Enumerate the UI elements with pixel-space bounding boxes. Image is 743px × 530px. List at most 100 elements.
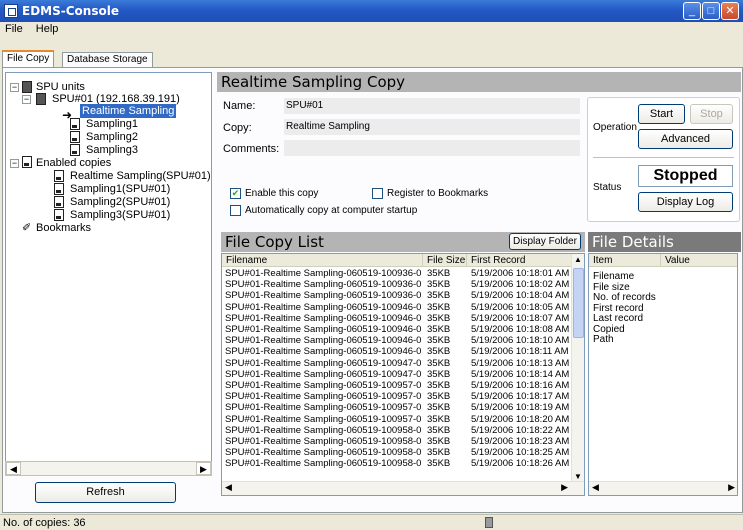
tree-sampling2[interactable]: Sampling2: [86, 130, 138, 144]
table-row[interactable]: SPU#01-Realtime Sampling-060519-100958-0…: [222, 436, 572, 447]
scroll-left-icon[interactable]: ◀: [592, 482, 599, 493]
tree-enabled-copies[interactable]: Enabled copies: [36, 156, 111, 170]
cell-file-size: 35KB: [427, 335, 451, 347]
details-item[interactable]: Filename: [593, 272, 634, 282]
table-row[interactable]: SPU#01-Realtime Sampling-060519-100946-0…: [222, 335, 572, 346]
table-row[interactable]: SPU#01-Realtime Sampling-060519-100958-0…: [222, 425, 572, 436]
scroll-right-icon[interactable]: ▶: [196, 462, 211, 475]
start-button[interactable]: Start: [638, 104, 685, 124]
advanced-button[interactable]: Advanced: [638, 129, 733, 149]
column-header-first-record[interactable]: First Record: [467, 254, 572, 267]
copy-field[interactable]: Realtime Sampling: [284, 119, 580, 135]
cell-file-size: 35KB: [427, 391, 451, 403]
scroll-right-icon[interactable]: ▶: [728, 482, 735, 493]
document-icon: [70, 131, 80, 143]
cell-filename: SPU#01-Realtime Sampling-060519-100957-0…: [225, 402, 422, 414]
table-row[interactable]: SPU#01-Realtime Sampling-060519-100957-0…: [222, 402, 572, 413]
cell-first-record: 5/19/2006 10:18:02 AM: [471, 279, 570, 291]
table-row[interactable]: SPU#01-Realtime Sampling-060519-100957-0…: [222, 414, 572, 425]
status-bar: No. of copies: 36: [0, 514, 743, 530]
tree-enabled-sampling3[interactable]: Sampling3(SPU#01): [70, 208, 170, 222]
table-row[interactable]: SPU#01-Realtime Sampling-060519-100946-0…: [222, 313, 572, 324]
cell-filename: SPU#01-Realtime Sampling-060519-100957-0…: [225, 380, 422, 391]
enable-copy-checkbox[interactable]: ✔: [230, 188, 241, 199]
table-row[interactable]: SPU#01-Realtime Sampling-060519-100936-0…: [222, 279, 572, 290]
server-icon: [22, 81, 32, 93]
table-row[interactable]: SPU#01-Realtime Sampling-060519-100946-0…: [222, 346, 572, 357]
details-header-value[interactable]: Value: [661, 254, 737, 267]
close-button[interactable]: ✕: [721, 2, 739, 20]
scroll-right-icon[interactable]: ▶: [561, 482, 568, 493]
scroll-thumb[interactable]: [573, 268, 584, 338]
table-row[interactable]: SPU#01-Realtime Sampling-060519-100947-0…: [222, 358, 572, 369]
scroll-left-icon[interactable]: ◀: [6, 462, 21, 475]
column-header-filename[interactable]: Filename: [222, 254, 423, 267]
details-horizontal-scrollbar[interactable]: ◀ ▶: [589, 481, 737, 495]
details-item[interactable]: Path: [593, 335, 614, 345]
details-item[interactable]: No. of records: [593, 293, 656, 303]
tree-enabled-sampling1[interactable]: Sampling1(SPU#01): [70, 182, 170, 196]
table-row[interactable]: SPU#01-Realtime Sampling-060519-100958-0…: [222, 447, 572, 458]
collapse-toggle[interactable]: −: [10, 83, 19, 92]
list-horizontal-scrollbar[interactable]: ◀ ▶: [222, 481, 584, 495]
status-label: Status: [593, 182, 622, 193]
details-item[interactable]: Copied: [593, 324, 625, 335]
menu-bar: File Help: [0, 22, 743, 38]
cell-first-record: 5/19/2006 10:18:23 AM: [471, 436, 570, 447]
unit-tree[interactable]: − SPU units − SPU#01 (192.168.39.191) ➜ …: [5, 72, 212, 476]
cell-filename: SPU#01-Realtime Sampling-060519-100947-0…: [225, 368, 422, 380]
menu-file[interactable]: File: [0, 22, 28, 36]
collapse-toggle[interactable]: −: [10, 159, 19, 168]
display-folder-button[interactable]: Display Folder: [509, 233, 581, 250]
details-item[interactable]: Last record: [593, 314, 643, 324]
file-copy-list[interactable]: Filename File Size First Record SPU#01-R…: [221, 253, 585, 496]
tree-horizontal-scrollbar[interactable]: ◀ ▶: [5, 461, 212, 476]
details-item[interactable]: First record: [593, 303, 644, 314]
cell-first-record: 5/19/2006 10:18:08 AM: [471, 324, 570, 335]
details-header-item[interactable]: Item: [589, 254, 661, 267]
tab-database-storage[interactable]: Database Storage: [62, 52, 153, 68]
minimize-button[interactable]: _: [683, 2, 701, 20]
table-row[interactable]: SPU#01-Realtime Sampling-060519-100936-0…: [222, 290, 572, 301]
comments-field[interactable]: [284, 140, 580, 156]
stop-button[interactable]: Stop: [690, 104, 733, 124]
display-log-button[interactable]: Display Log: [638, 192, 733, 212]
document-icon: [54, 196, 64, 208]
scroll-down-icon[interactable]: ▼: [574, 472, 582, 481]
tree-sampling1[interactable]: Sampling1: [86, 117, 138, 131]
register-bookmarks-checkbox[interactable]: [372, 188, 383, 199]
comments-label: Comments:: [223, 143, 280, 155]
tree-enabled-realtime[interactable]: Realtime Sampling(SPU#01): [70, 169, 211, 183]
table-row[interactable]: SPU#01-Realtime Sampling-060519-100957-0…: [222, 380, 572, 391]
cell-first-record: 5/19/2006 10:18:14 AM: [471, 368, 570, 380]
table-row[interactable]: SPU#01-Realtime Sampling-060519-100957-0…: [222, 391, 572, 402]
table-row[interactable]: SPU#01-Realtime Sampling-060519-100946-0…: [222, 302, 572, 313]
table-row[interactable]: SPU#01-Realtime Sampling-060519-100947-0…: [222, 369, 572, 380]
file-details-list[interactable]: Item Value Filename File size No. of recor…: [588, 253, 738, 496]
table-row[interactable]: SPU#01-Realtime Sampling-060519-100936-0…: [222, 268, 572, 279]
table-row[interactable]: SPU#01-Realtime Sampling-060519-100946-0…: [222, 324, 572, 335]
register-bookmarks-label: Register to Bookmarks: [387, 188, 489, 199]
column-header-file-size[interactable]: File Size: [423, 254, 467, 267]
operation-label: Operation: [593, 122, 637, 133]
cell-file-size: 35KB: [427, 290, 451, 302]
menu-help[interactable]: Help: [31, 22, 64, 36]
tree-realtime-sampling[interactable]: Realtime Sampling: [80, 104, 177, 118]
enable-copy-label: Enable this copy: [245, 188, 319, 199]
cell-file-size: 35KB: [427, 312, 451, 324]
tree-enabled-sampling2[interactable]: Sampling2(SPU#01): [70, 195, 170, 209]
table-row[interactable]: SPU#01-Realtime Sampling-060519-100958-0…: [222, 458, 572, 469]
refresh-button[interactable]: Refresh: [35, 482, 176, 503]
cell-file-size: 35KB: [427, 357, 451, 369]
scroll-up-icon[interactable]: ▲: [574, 255, 582, 264]
scroll-left-icon[interactable]: ◀: [225, 482, 232, 493]
tree-sampling3[interactable]: Sampling3: [86, 143, 138, 157]
auto-copy-checkbox[interactable]: [230, 205, 241, 216]
name-field[interactable]: SPU#01: [284, 98, 580, 114]
list-vertical-scrollbar[interactable]: ▲ ▼: [571, 254, 584, 482]
collapse-toggle[interactable]: −: [22, 95, 31, 104]
details-item[interactable]: File size: [593, 282, 630, 293]
cell-first-record: 5/19/2006 10:18:10 AM: [471, 335, 570, 347]
tree-bookmarks[interactable]: Bookmarks: [36, 221, 91, 235]
maximize-button[interactable]: □: [702, 2, 720, 20]
